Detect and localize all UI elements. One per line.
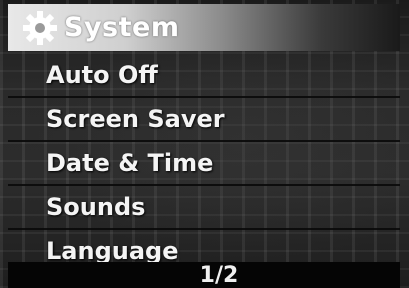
menu-item-label: Auto Off xyxy=(46,61,158,89)
menu-item-label: Language xyxy=(46,237,179,265)
menu-item-sounds[interactable]: Sounds xyxy=(8,186,400,230)
page-indicator: 1/2 xyxy=(8,262,400,288)
menu-item-label: Sounds xyxy=(46,193,146,221)
menu-item-auto-off[interactable]: Auto Off xyxy=(8,54,400,98)
page-title: System xyxy=(64,12,180,43)
menu-item-screen-saver[interactable]: Screen Saver xyxy=(8,98,400,142)
menu-header: System xyxy=(8,4,400,51)
menu-item-date-time[interactable]: Date & Time xyxy=(8,142,400,186)
camera-menu-screen: System Auto Off Screen Saver Date & Time… xyxy=(0,0,409,288)
gear-icon xyxy=(20,8,60,48)
menu-item-label: Date & Time xyxy=(46,149,214,177)
menu-item-label: Screen Saver xyxy=(46,105,225,133)
settings-menu-list: Auto Off Screen Saver Date & Time Sounds… xyxy=(8,54,400,274)
page-indicator-text: 1/2 xyxy=(199,262,239,288)
